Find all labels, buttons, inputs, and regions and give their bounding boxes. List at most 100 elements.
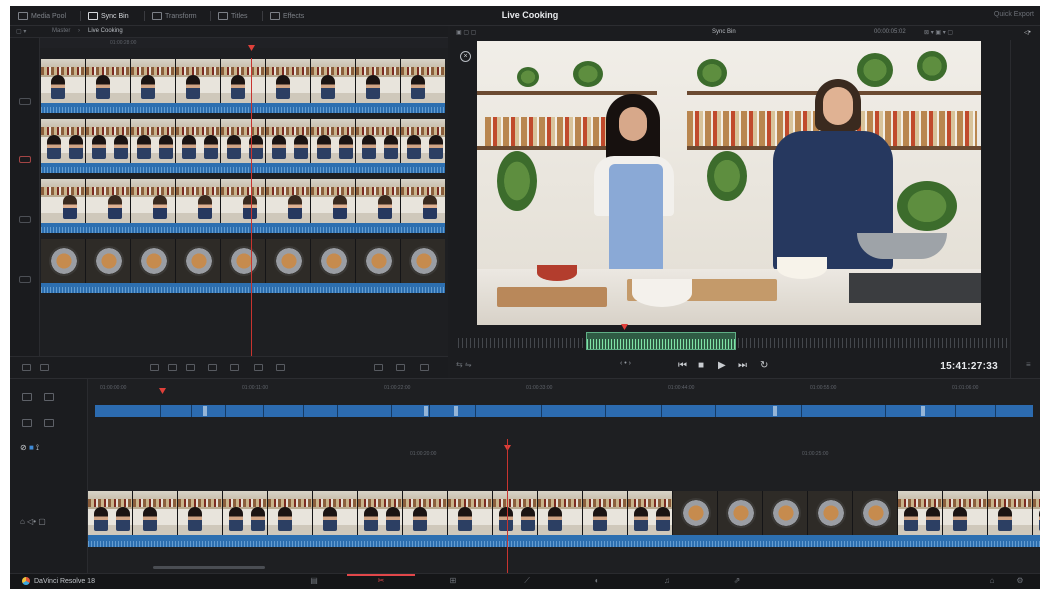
track-icon[interactable] bbox=[44, 393, 54, 401]
transform-button[interactable]: Transform bbox=[152, 10, 197, 22]
clip-thumbnail bbox=[628, 491, 673, 535]
audio-icon[interactable]: ◁• bbox=[1024, 29, 1031, 36]
clip-thumbnail bbox=[1033, 491, 1040, 535]
deliver-icon[interactable]: ⇗ bbox=[730, 576, 744, 586]
timeline-panel: ⊘ ■ ⟟ ⌂ ◁• ▢ 01:00:00:00 01:00:11:00 01:… bbox=[10, 378, 1040, 574]
tool-icon[interactable] bbox=[150, 364, 159, 371]
lower-ruler[interactable]: 01:00:20:00 01:00:25:00 bbox=[90, 449, 1035, 461]
breadcrumb-item[interactable]: Master bbox=[52, 28, 70, 34]
clip-thumbnail bbox=[41, 119, 86, 163]
audio-track-icon[interactable] bbox=[44, 419, 54, 427]
timeline-clip-track[interactable] bbox=[88, 491, 1040, 549]
angle-2-strip[interactable] bbox=[41, 119, 445, 175]
viewer-options-icons[interactable]: ⊠ ▾ ▣ ▾ ▢ bbox=[924, 29, 953, 36]
clip-thumbnail bbox=[718, 491, 763, 535]
tool-icon[interactable] bbox=[40, 364, 49, 371]
tool-icon[interactable] bbox=[254, 364, 263, 371]
clip-thumbnail bbox=[266, 119, 311, 163]
audio-waveform bbox=[41, 103, 445, 113]
cut-icon[interactable]: ✂ bbox=[374, 576, 388, 586]
viewer-scrubber[interactable] bbox=[458, 324, 1010, 352]
angle-1-icon[interactable] bbox=[19, 98, 31, 105]
upper-timeline-track[interactable] bbox=[95, 405, 1033, 417]
gear-icon[interactable]: ⚙ bbox=[1013, 576, 1027, 586]
scrubber-playhead-marker[interactable] bbox=[621, 324, 628, 330]
titles-button[interactable]: Titles bbox=[218, 10, 247, 22]
ruler-label: 01:00:20:00 bbox=[410, 451, 437, 457]
color-icon[interactable]: ◐ bbox=[590, 576, 604, 586]
panel-toggle-icon[interactable]: ▢ ▾ bbox=[16, 28, 26, 35]
angle-4-icon[interactable] bbox=[19, 276, 31, 283]
angle-3-strip[interactable] bbox=[41, 179, 445, 235]
clip-thumbnail bbox=[266, 179, 311, 223]
angle-4-strip[interactable] bbox=[41, 239, 445, 295]
tool-icon[interactable] bbox=[374, 364, 383, 371]
sync-range-highlight[interactable] bbox=[586, 332, 736, 350]
timeline-scrollbar[interactable] bbox=[153, 566, 265, 569]
tool-icon[interactable] bbox=[230, 364, 239, 371]
clip-thumbnail bbox=[133, 491, 178, 535]
timeline-playhead[interactable] bbox=[507, 439, 508, 574]
angle-thumbnails bbox=[41, 119, 445, 163]
stop-icon[interactable]: ■ bbox=[698, 360, 704, 371]
playhead-marker[interactable] bbox=[248, 45, 255, 51]
fairlight-icon[interactable]: ♫ bbox=[660, 576, 674, 586]
effects-icon bbox=[270, 12, 280, 20]
breadcrumb: ▢ ▾ Master › Live Cooking bbox=[10, 26, 448, 38]
effects-button[interactable]: Effects bbox=[270, 10, 304, 22]
next-icon[interactable]: ⏭ bbox=[738, 360, 747, 371]
angle-thumbnails bbox=[41, 59, 445, 103]
edit-tools[interactable]: ⊘ ■ ⟟ bbox=[20, 443, 39, 453]
clip-thumbnail bbox=[356, 179, 401, 223]
viewer-image[interactable] bbox=[477, 41, 981, 325]
tool-icon[interactable] bbox=[168, 364, 177, 371]
clip-thumbnail bbox=[898, 491, 943, 535]
tool-icon[interactable] bbox=[396, 364, 405, 371]
jog-control[interactable]: ‹ • › bbox=[620, 360, 631, 367]
viewer-mode-icons[interactable]: ▣ ▢ ▢ bbox=[456, 29, 476, 36]
clip-thumbnail bbox=[41, 239, 86, 283]
track-controls[interactable]: ⌂ ◁• ▢ bbox=[20, 517, 46, 526]
clip-thumbnail bbox=[311, 119, 356, 163]
top-toolbar: Media Pool Sync Bin Transform Titles Eff… bbox=[10, 6, 1040, 26]
prev-icon[interactable]: ⏮ bbox=[678, 360, 687, 371]
trim-icon[interactable] bbox=[22, 419, 32, 427]
viewer-timecode: 15:41:27:33 bbox=[940, 361, 998, 372]
tool-icon[interactable] bbox=[276, 364, 285, 371]
snap-icon[interactable] bbox=[22, 393, 32, 401]
fusion-icon[interactable]: ⟋ bbox=[520, 576, 534, 586]
tool-icon[interactable] bbox=[208, 364, 217, 371]
tool-icon[interactable]: ⇆ ⇋ bbox=[456, 360, 472, 369]
ruler-label: 01:01:06:00 bbox=[952, 385, 979, 391]
clip-thumbnail bbox=[853, 491, 898, 535]
source-playhead[interactable] bbox=[251, 58, 252, 358]
media-pool-button[interactable]: Media Pool bbox=[18, 10, 66, 22]
breadcrumb-item[interactable]: Live Cooking bbox=[88, 28, 123, 34]
quick-export-button[interactable]: Quick Export bbox=[994, 11, 1034, 18]
project-title[interactable]: Live Cooking bbox=[480, 10, 580, 20]
tool-icon[interactable] bbox=[420, 364, 429, 371]
source-ruler[interactable]: 01:00:28:00 bbox=[40, 38, 448, 48]
clip-thumbnail bbox=[41, 179, 86, 223]
loop-icon[interactable]: ↻ bbox=[760, 360, 768, 371]
angle-1-strip[interactable] bbox=[41, 59, 445, 115]
play-icon[interactable]: ▶ bbox=[718, 360, 726, 371]
clip-thumbnail bbox=[41, 59, 86, 103]
sync-bin-button[interactable]: Sync Bin bbox=[88, 10, 129, 22]
menu-icon[interactable]: ≡ bbox=[1026, 360, 1031, 369]
clip-thumbnail bbox=[178, 491, 223, 535]
angle-2-icon[interactable] bbox=[19, 156, 31, 163]
close-icon[interactable]: × bbox=[460, 51, 471, 62]
clip-thumbnail bbox=[583, 491, 628, 535]
media-icon[interactable]: ▤ bbox=[307, 576, 321, 586]
viewer-side-rail bbox=[1010, 40, 1040, 380]
clip-thumbnail bbox=[176, 59, 221, 103]
edit-icon[interactable]: ⊞ bbox=[446, 576, 460, 586]
angle-3-icon[interactable] bbox=[19, 216, 31, 223]
home-icon[interactable]: ⌂ bbox=[985, 576, 999, 586]
tool-icon[interactable] bbox=[22, 364, 31, 371]
upper-ruler[interactable]: 01:00:00:00 01:00:11:00 01:00:22:00 01:0… bbox=[90, 385, 1035, 395]
tool-icon[interactable] bbox=[186, 364, 195, 371]
titles-icon bbox=[218, 12, 228, 20]
clip-thumbnail bbox=[448, 491, 493, 535]
